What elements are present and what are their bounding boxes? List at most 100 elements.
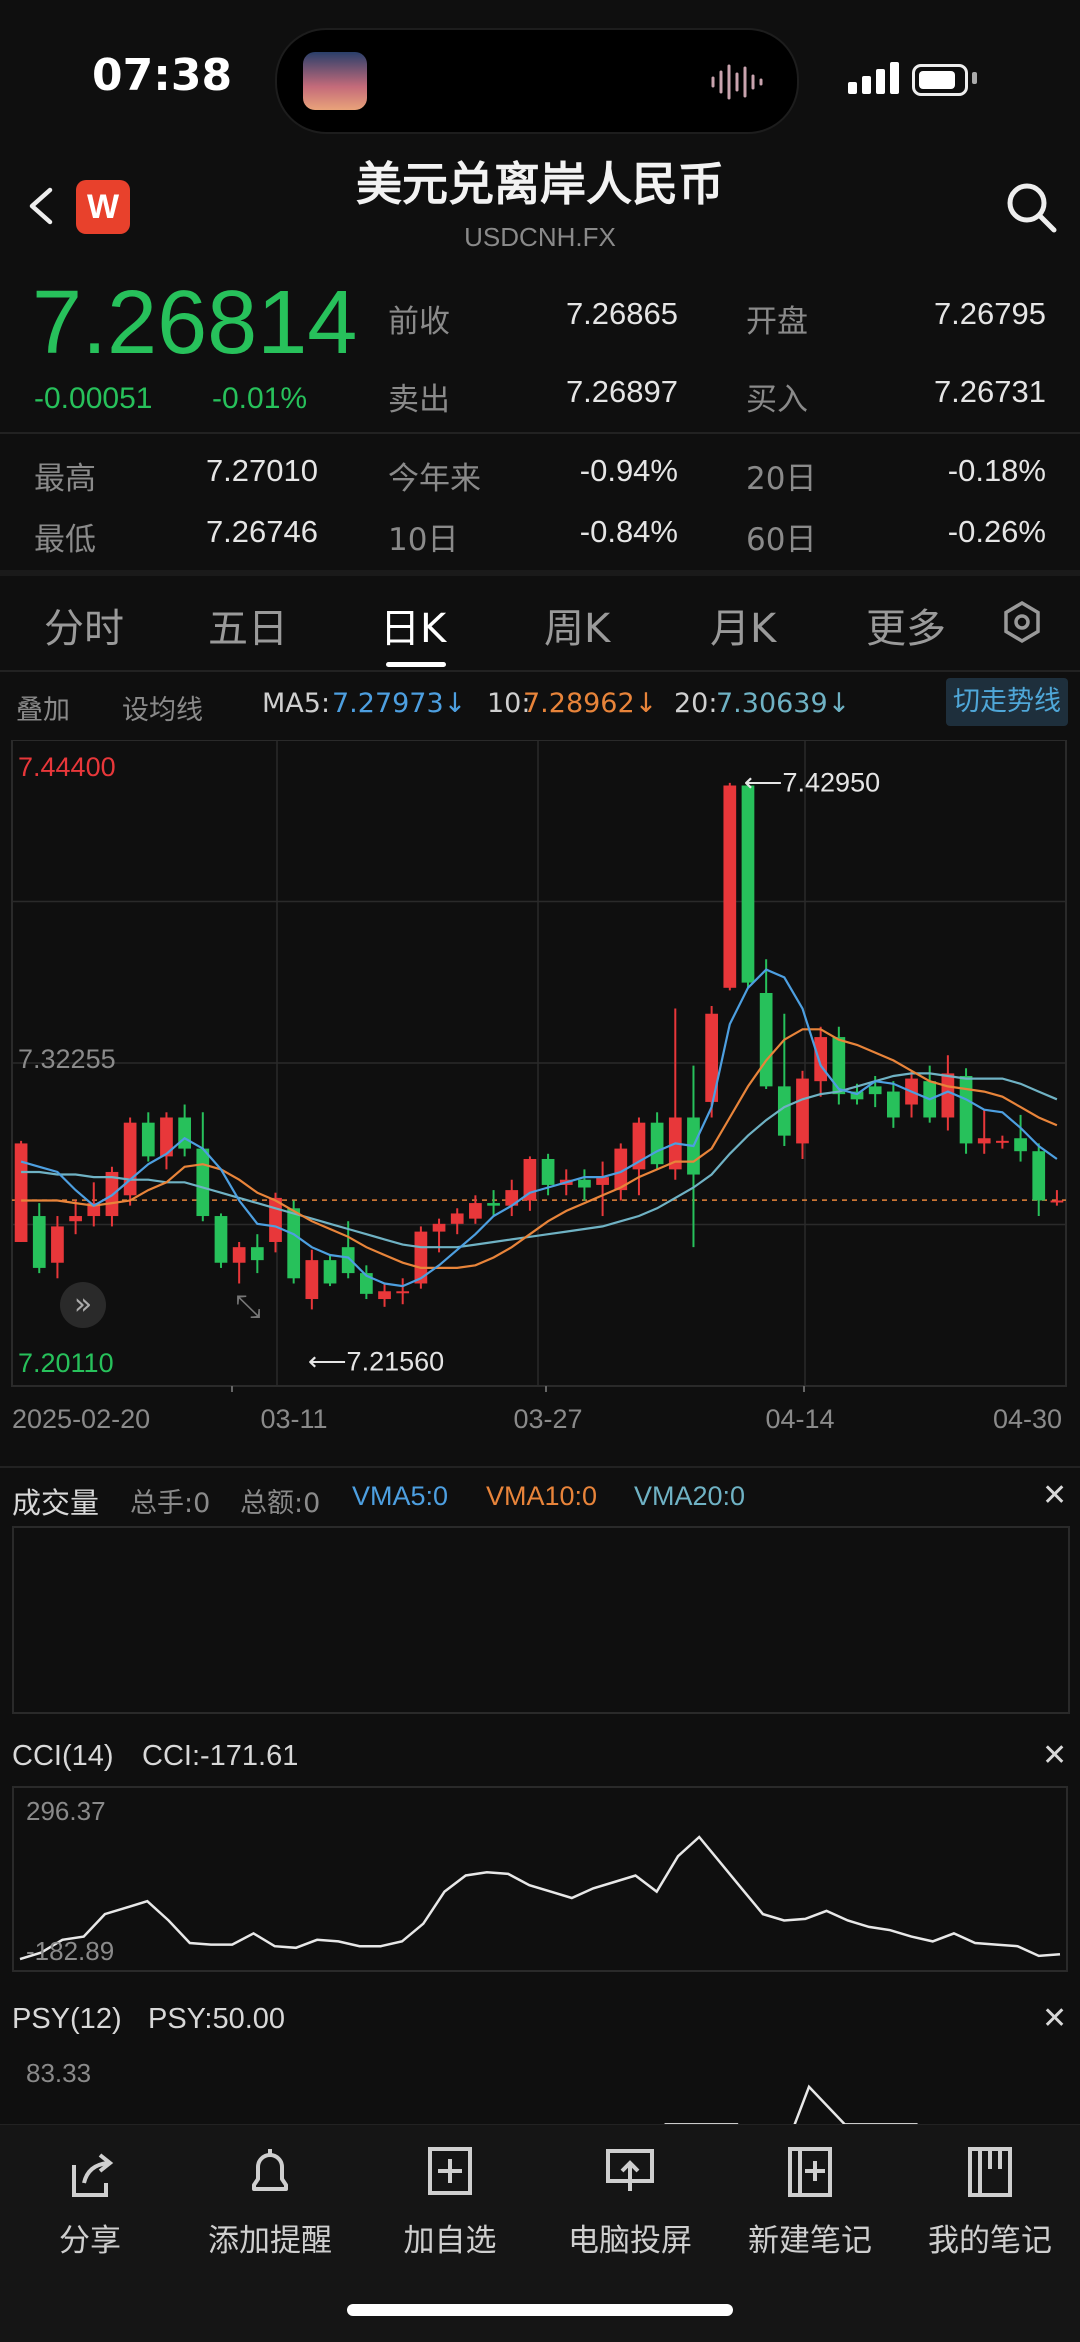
candle <box>196 1112 210 1222</box>
candle-body <box>759 992 773 1087</box>
candle-body <box>596 1177 609 1185</box>
candle-body <box>287 1208 301 1279</box>
status-time: 07:38 <box>92 50 233 101</box>
add-alert-button[interactable]: 添加提醒 <box>180 2145 360 2260</box>
candle-body <box>959 1075 973 1144</box>
last-price: 7.26814 <box>32 273 358 373</box>
candle-body <box>196 1148 210 1217</box>
candle-body <box>541 1158 555 1185</box>
candle-body <box>141 1122 155 1157</box>
candle <box>668 1008 682 1180</box>
dynamic-island[interactable] <box>275 28 799 134</box>
audio-wave-icon <box>711 64 763 100</box>
psy-line <box>664 2084 918 2124</box>
close-volume-icon[interactable]: ✕ <box>1042 1478 1067 1513</box>
my-notes-button[interactable]: 我的笔记 <box>900 2145 1080 2260</box>
candle <box>578 1169 591 1201</box>
low-label: 最低 <box>34 522 96 558</box>
battery-level <box>919 71 955 89</box>
candle-body <box>51 1226 64 1263</box>
home-indicator[interactable] <box>347 2304 733 2316</box>
d20-label: 20日 <box>746 461 817 497</box>
new-note-button[interactable]: 新建笔记 <box>720 2145 900 2260</box>
candle-body <box>796 1078 809 1144</box>
switch-trend-line-button[interactable]: 切走势线 <box>946 678 1068 726</box>
candle-body <box>1014 1138 1027 1152</box>
candle <box>487 1190 500 1217</box>
cci-value: CCI:-171.61 <box>142 1740 299 1772</box>
cellular-signal-icon <box>848 62 899 94</box>
x-axis-label: 03-11 <box>260 1404 327 1434</box>
candle-body <box>650 1122 664 1165</box>
candle <box>160 1112 173 1170</box>
cci-max-label: 296.37 <box>26 1796 106 1826</box>
candle <box>1032 1143 1046 1217</box>
price-change-percent: -0.01% <box>212 382 308 415</box>
battery-icon <box>912 64 968 96</box>
candle <box>51 1216 64 1279</box>
candle <box>959 1068 973 1154</box>
overlay-button[interactable]: 叠加 <box>16 688 70 727</box>
expand-left-icon[interactable]: » <box>60 1282 106 1328</box>
tab-daily-k[interactable]: 日K <box>380 596 446 654</box>
symbol-code: USDCNH.FX <box>464 222 616 252</box>
fullscreen-icon[interactable]: ⤡ <box>226 1284 270 1328</box>
psy-max-label: 83.33 <box>26 2058 92 2088</box>
tab-five-day[interactable]: 五日 <box>208 596 288 654</box>
tab-more[interactable]: 更多 <box>866 596 946 654</box>
divider <box>0 432 1080 434</box>
close-cci-icon[interactable]: ✕ <box>1042 1738 1067 1773</box>
candle-body <box>14 1143 28 1242</box>
tab-weekly-k[interactable]: 周K <box>544 596 610 654</box>
divider <box>0 670 1080 672</box>
search-icon[interactable] <box>1004 180 1060 236</box>
candle <box>687 1065 700 1248</box>
candle-body <box>341 1247 355 1274</box>
tab-intraday[interactable]: 分时 <box>44 596 124 654</box>
bid-label: 买入 <box>746 382 808 418</box>
candle-body <box>523 1158 537 1201</box>
candle <box>650 1112 664 1170</box>
prev-close-value: 7.26865 <box>565 296 678 331</box>
candle <box>741 782 755 988</box>
settings-hexagon-icon[interactable] <box>1000 600 1044 644</box>
candle-body <box>578 1179 591 1188</box>
battery-tip <box>972 72 977 84</box>
candle-body <box>941 1073 955 1118</box>
candle <box>123 1117 137 1206</box>
ma20-label: 20: <box>674 688 718 719</box>
candle-body <box>250 1247 264 1261</box>
candle <box>759 959 773 1089</box>
candle <box>505 1179 519 1217</box>
new-note-icon <box>788 2147 832 2197</box>
psy-title: PSY(12) <box>12 2003 122 2035</box>
candlestick-chart[interactable]: 7.44400 7.32255 7.20110 ⟵7.42950 ⟵7.21560 202… <box>0 740 1080 1440</box>
candle <box>596 1161 609 1217</box>
set-ma-button[interactable]: 设均线 <box>122 688 203 727</box>
candle-body <box>214 1216 228 1263</box>
ma5-value: 7.27973↓ <box>332 688 467 719</box>
high-value: 7.27010 <box>205 453 318 488</box>
psy-value: PSY:50.00 <box>148 2003 286 2035</box>
new-note-label: 新建笔记 <box>748 2223 872 2259</box>
x-axis-label: 2025-02-20 <box>12 1404 150 1434</box>
x-axis-label: 03-27 <box>513 1404 582 1434</box>
volume-total-amount: 总额:0 <box>240 1488 321 1519</box>
candle <box>1050 1190 1064 1206</box>
candle-body <box>432 1223 446 1232</box>
screen-cast-button[interactable]: 电脑投屏 <box>540 2145 720 2260</box>
volume-title: 成交量 <box>12 1486 100 1520</box>
close-psy-icon[interactable]: ✕ <box>1042 2001 1067 2036</box>
candle-body <box>305 1260 319 1300</box>
tab-monthly-k[interactable]: 月K <box>710 596 776 654</box>
add-watchlist-button[interactable]: 加自选 <box>360 2145 540 2260</box>
candle-body <box>977 1138 991 1144</box>
candle-body <box>396 1291 410 1294</box>
candle <box>232 1241 246 1284</box>
candle <box>469 1195 482 1224</box>
ma10-value: 7.28962↓ <box>523 688 658 719</box>
ma20-value: 7.30639↓ <box>716 688 851 719</box>
add-alert-label: 添加提醒 <box>208 2223 332 2259</box>
share-button[interactable]: 分享 <box>0 2145 180 2260</box>
candle-body <box>814 1037 828 1082</box>
